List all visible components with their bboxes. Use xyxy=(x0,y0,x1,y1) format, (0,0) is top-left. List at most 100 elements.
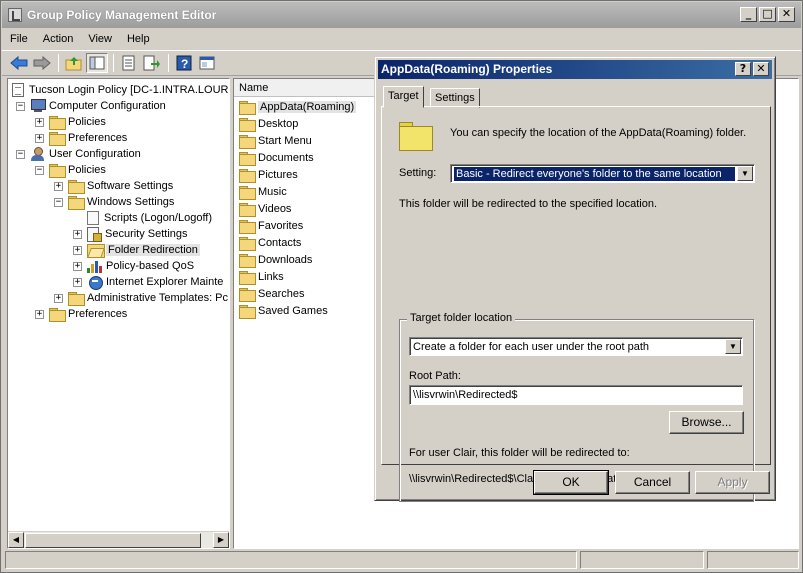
chevron-down-icon[interactable]: ▼ xyxy=(737,166,753,181)
up-folder-icon[interactable] xyxy=(63,53,85,73)
help-icon[interactable]: ? xyxy=(173,53,195,73)
tree-item-user-policies[interactable]: − Policies xyxy=(35,162,106,178)
tree-item-policy-based-qos[interactable]: + Policy-based QoS xyxy=(73,258,194,274)
folder-icon xyxy=(399,122,433,151)
expand-icon[interactable]: + xyxy=(54,293,63,303)
list-item-label: AppData(Roaming) xyxy=(258,100,357,113)
folder-icon xyxy=(68,180,85,194)
list-item[interactable]: AppData(Roaming) xyxy=(239,98,357,115)
list-item[interactable]: Saved Games xyxy=(239,302,328,319)
back-icon[interactable] xyxy=(8,53,30,73)
tree-item-computer-preferences[interactable]: + Preferences xyxy=(35,130,127,146)
dialog-title: AppData(Roaming) Properties xyxy=(381,62,553,76)
tree-item-user-configuration[interactable]: − User Configuration xyxy=(16,146,141,162)
list-item-label: Saved Games xyxy=(258,304,328,317)
gpo-editor-icon xyxy=(8,8,22,22)
root-path-input[interactable]: \\lisvrwin\Redirected$ xyxy=(409,385,743,405)
console-tree[interactable]: Tucson Login Policy [DC-1.INTRA.LOURD − … xyxy=(7,78,230,549)
collapse-icon[interactable]: − xyxy=(35,165,44,175)
scroll-thumb[interactable] xyxy=(25,533,201,548)
list-item[interactable]: Searches xyxy=(239,285,304,302)
collapse-icon[interactable]: − xyxy=(54,197,63,207)
properties-icon[interactable] xyxy=(118,53,140,73)
browse-button[interactable]: Browse... xyxy=(669,411,744,434)
scroll-left-icon[interactable]: ◀ xyxy=(8,532,24,548)
expand-icon[interactable]: + xyxy=(54,181,63,191)
tree-item-computer-configuration[interactable]: − Computer Configuration xyxy=(16,98,166,114)
folder-icon xyxy=(239,185,256,200)
status-pane xyxy=(707,551,799,569)
list-item[interactable]: Music xyxy=(239,183,287,200)
folder-icon xyxy=(239,219,256,234)
menu-action[interactable]: Action xyxy=(35,33,81,45)
policy-document-icon xyxy=(12,83,24,97)
tree-item-label: Preferences xyxy=(68,308,128,320)
tab-settings[interactable]: Settings xyxy=(430,88,480,108)
tree-horizontal-scrollbar[interactable]: ◀ ▶ xyxy=(8,531,229,548)
tree-item-windows-settings[interactable]: − Windows Settings xyxy=(54,194,174,210)
expand-icon[interactable]: + xyxy=(73,277,82,287)
chevron-down-icon[interactable]: ▼ xyxy=(725,339,741,354)
open-folder-icon xyxy=(87,243,105,258)
tree-item-security-settings[interactable]: + Security Settings xyxy=(73,226,188,242)
minimize-button[interactable]: _ xyxy=(740,7,757,22)
toolbar-separator xyxy=(168,54,169,72)
list-item[interactable]: Desktop xyxy=(239,115,298,132)
setting-dropdown[interactable]: Basic - Redirect everyone's folder to th… xyxy=(450,164,755,183)
computer-icon xyxy=(30,99,46,113)
ok-button[interactable]: OK xyxy=(533,470,609,495)
tree-item-label: Folder Redirection xyxy=(106,244,200,256)
collapse-icon[interactable]: − xyxy=(16,101,25,111)
expand-icon[interactable]: + xyxy=(73,229,82,239)
apply-button[interactable]: Apply xyxy=(695,471,770,494)
dialog-close-button[interactable]: ✕ xyxy=(753,62,769,76)
list-item[interactable]: Contacts xyxy=(239,234,301,251)
expand-icon[interactable]: + xyxy=(35,117,44,127)
list-item[interactable]: Videos xyxy=(239,200,291,217)
collapse-icon[interactable]: − xyxy=(16,149,25,159)
list-item[interactable]: Pictures xyxy=(239,166,298,183)
list-item-label: Desktop xyxy=(258,117,299,130)
list-item-label: Music xyxy=(258,185,287,198)
expand-icon[interactable]: + xyxy=(73,245,82,255)
folder-icon xyxy=(49,164,66,178)
target-option-dropdown[interactable]: Create a folder for each user under the … xyxy=(409,337,743,356)
column-header-name[interactable]: Name xyxy=(234,79,382,97)
expand-icon[interactable]: + xyxy=(35,309,44,319)
folder-icon xyxy=(49,132,66,146)
list-item-label: Downloads xyxy=(258,253,313,266)
maximize-button[interactable]: □ xyxy=(759,7,776,22)
list-item[interactable]: Links xyxy=(239,268,284,285)
close-button[interactable]: ✕ xyxy=(778,7,795,22)
list-item[interactable]: Favorites xyxy=(239,217,303,234)
tree-item-label: Policy-based QoS xyxy=(106,260,195,272)
cancel-button[interactable]: Cancel xyxy=(615,471,690,494)
tree-item-scripts[interactable]: Scripts (Logon/Logoff) xyxy=(73,210,212,226)
tree-item-folder-redirection[interactable]: + Folder Redirection xyxy=(73,242,200,258)
tree-item-software-settings[interactable]: + Software Settings xyxy=(54,178,173,194)
tree-item-gpo-root[interactable]: Tucson Login Policy [DC-1.INTRA.LOURD xyxy=(12,82,229,98)
list-item[interactable]: Documents xyxy=(239,149,314,166)
tree-item-computer-policies[interactable]: + Policies xyxy=(35,114,106,130)
tree-item-internet-explorer[interactable]: + Internet Explorer Mainte xyxy=(73,274,223,290)
folder-icon xyxy=(239,151,256,166)
list-item[interactable]: Start Menu xyxy=(239,132,312,149)
folder-icon xyxy=(239,304,256,319)
tab-target[interactable]: Target xyxy=(383,86,424,108)
tree-item-administrative-templates[interactable]: + Administrative Templates: Pc xyxy=(54,290,228,306)
menu-view[interactable]: View xyxy=(80,33,119,45)
scroll-right-icon[interactable]: ▶ xyxy=(213,532,229,548)
show-tree-icon[interactable] xyxy=(86,53,108,73)
export-list-icon[interactable] xyxy=(141,53,163,73)
forward-icon[interactable] xyxy=(31,53,53,73)
menu-help[interactable]: Help xyxy=(119,33,157,45)
mmc-console-icon[interactable] xyxy=(196,53,218,73)
dialog-help-button[interactable]: ? xyxy=(735,62,751,76)
expand-icon[interactable]: + xyxy=(73,261,82,271)
list-item[interactable]: Downloads xyxy=(239,251,312,268)
tree-item-user-preferences[interactable]: + Preferences xyxy=(35,306,127,322)
expand-icon[interactable]: + xyxy=(35,133,44,143)
folder-icon xyxy=(239,134,256,149)
menu-file[interactable]: File xyxy=(2,33,35,45)
